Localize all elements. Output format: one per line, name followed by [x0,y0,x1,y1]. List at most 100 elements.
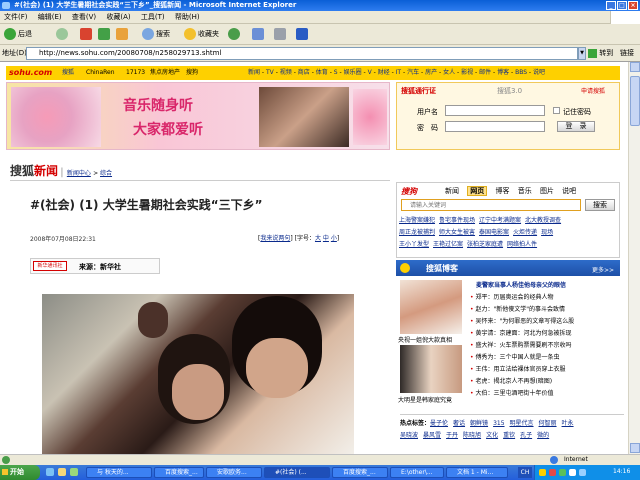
hot-tag[interactable]: 叶永 [562,420,574,427]
address-dropdown-icon[interactable]: ▼ [578,47,586,60]
menu-favorites[interactable]: 收藏(A) [102,11,134,24]
menu-tools[interactable]: 工具(T) [137,11,169,24]
hot-tag[interactable]: 吴晓波 [400,432,418,439]
login-button[interactable]: 登 录 [557,121,595,132]
hot-link[interactable]: 师大女生被害 [439,229,475,236]
search-tab-shuoba[interactable]: 说吧 [562,187,576,195]
partner-17173[interactable]: 17173 [126,66,145,80]
username-input[interactable] [445,105,545,116]
blog-list-item[interactable]: • 大伯：三里屯酒吧街十年价值 [470,388,622,400]
channel-15[interactable]: 博客 [497,69,509,76]
blog-list-item[interactable]: • 郑平：历届奥运会的经典人物 [470,292,622,304]
font-medium[interactable]: 中 [323,235,329,242]
blog-list-item[interactable]: • 吴怀来："为何罪恶的文章写得这么股 [470,316,622,328]
blog-caption-1[interactable]: 央视一姐倪大款真相 [398,335,452,344]
menu-view[interactable]: 查看(V) [68,11,100,24]
tray-icon-2[interactable] [549,469,556,476]
quicklaunch-desktop-icon[interactable] [58,468,66,476]
password-input[interactable] [445,121,545,132]
blog-list-item[interactable]: • 赵力："新他傻文学"的事斗会致情 [470,304,622,316]
search-input[interactable] [401,199,581,211]
hot-tag[interactable]: 暴风雪 [423,432,441,439]
hot-link[interactable]: 上海警案嫌犯 [399,217,435,224]
hot-tag[interactable]: 朝鲜镜 [470,420,488,427]
channel-11[interactable]: 房产 [425,69,437,76]
task-4-active[interactable]: #(社会) (... [264,467,330,478]
channel-13[interactable]: 影视 [461,69,473,76]
start-button[interactable]: 开始 [0,465,40,480]
blog-photo-2[interactable] [400,345,462,393]
breadcrumb-news-center[interactable]: 新闻中心 [67,170,91,177]
task-3[interactable]: 安歌欧务... [206,467,262,478]
channel-2[interactable]: 视频 [280,69,292,76]
task-7[interactable]: 文档 1 - Mi... [446,467,508,478]
hot-link[interactable]: 王艳过亿案 [433,241,463,248]
hot-tag[interactable]: 明星代言 [510,420,534,427]
links-label[interactable]: 链接 [620,48,634,58]
hot-tag[interactable]: 重钦 [503,432,515,439]
channel-16[interactable]: BBS [515,69,527,76]
tray-icon-3[interactable] [559,469,566,476]
tray-volume-icon[interactable] [579,469,586,476]
hot-tag[interactable]: 315 [493,420,504,427]
scroll-up-button[interactable] [630,62,640,72]
hot-link[interactable]: 张柏芝家庭遭 [467,241,503,248]
forward-button[interactable] [56,27,70,42]
hot-tag[interactable]: 文化 [486,432,498,439]
minimize-button[interactable]: _ [606,1,616,10]
breadcrumb-general[interactable]: 综合 [100,170,112,177]
hot-link[interactable]: 鲁宅事件现场 [439,217,475,224]
brand-news[interactable]: 新闻 [34,164,58,178]
print-button[interactable] [274,27,288,42]
channel-3[interactable]: 商店 [298,69,310,76]
task-6[interactable]: E:\other\... [390,467,444,478]
mail-button[interactable] [252,27,266,42]
music-banner[interactable]: 音乐随身听 大家都爱听 [6,82,390,150]
blog-caption-2[interactable]: 大明星是韩家庭究竟 [398,395,452,404]
channel-17[interactable]: 说吧 [533,69,545,76]
search-tab-image[interactable]: 图片 [540,187,554,195]
channel-6[interactable]: 娱乐圈 [344,69,362,76]
tray-icon-4[interactable] [569,469,576,476]
hot-link[interactable]: 王小丫发型 [399,241,429,248]
blog-list-item[interactable]: • 盛大祥：火车票购票需要刷不宗收吗 [470,340,622,352]
hot-tag[interactable]: 微的 [537,432,549,439]
quicklaunch-media-icon[interactable] [70,468,78,476]
menu-file[interactable]: 文件(F) [0,11,32,24]
channel-4[interactable]: 体育 [316,69,328,76]
search-button[interactable]: 搜索 [585,199,615,211]
remember-checkbox[interactable] [553,107,560,114]
hot-link[interactable]: 泰国电影案 [479,229,509,236]
window-titlebar[interactable]: #(社会) (1) 大学生暑期社会实践“三下乡”_搜狐新闻 - Microsof… [0,0,640,11]
partner-chinaren[interactable]: ChinaRen [86,66,115,80]
search-button[interactable]: 搜索 [142,27,170,42]
signup-link[interactable]: 申请搜狐 [581,86,605,95]
quicklaunch-ie-icon[interactable] [46,468,54,476]
search-tab-blog[interactable]: 博客 [495,187,509,195]
hot-link[interactable]: 网络拍人件 [507,241,537,248]
menu-edit[interactable]: 编辑(E) [34,11,66,24]
channel-12[interactable]: 女人 [443,69,455,76]
address-input[interactable]: http://news.sohu.com/20080708/n258029713… [26,47,578,60]
go-button[interactable]: 转到 [588,47,613,60]
hot-tag[interactable]: 何智丽 [539,420,557,427]
home-button[interactable] [116,27,130,42]
hot-tag[interactable]: 孔子 [520,432,532,439]
media-button[interactable] [228,27,242,42]
maximize-button[interactable]: □ [617,1,627,10]
hot-link[interactable]: 火炬传递 [513,229,537,236]
hot-link[interactable]: 周正龙被捕判 [399,229,435,236]
search-tab-music[interactable]: 音乐 [518,187,532,195]
partner-sogou[interactable]: 搜狗 [186,66,198,80]
menu-help[interactable]: 帮助(H) [171,11,204,24]
channel-8[interactable]: 财经 [378,69,390,76]
scroll-down-button[interactable] [630,443,640,453]
blog-headline[interactable]: 麦警家当事人杨佳他母亲父的眼信 [476,280,622,289]
search-tab-news[interactable]: 新闻 [445,187,459,195]
close-button[interactable]: × [628,1,638,10]
favorites-button[interactable]: 收藏夹 [184,27,219,42]
brand-sohu[interactable]: 搜狐 [10,164,34,178]
hot-tag[interactable]: 于丹 [446,432,458,439]
hot-link[interactable]: 现场 [541,229,553,236]
tray-icon-1[interactable] [539,469,546,476]
